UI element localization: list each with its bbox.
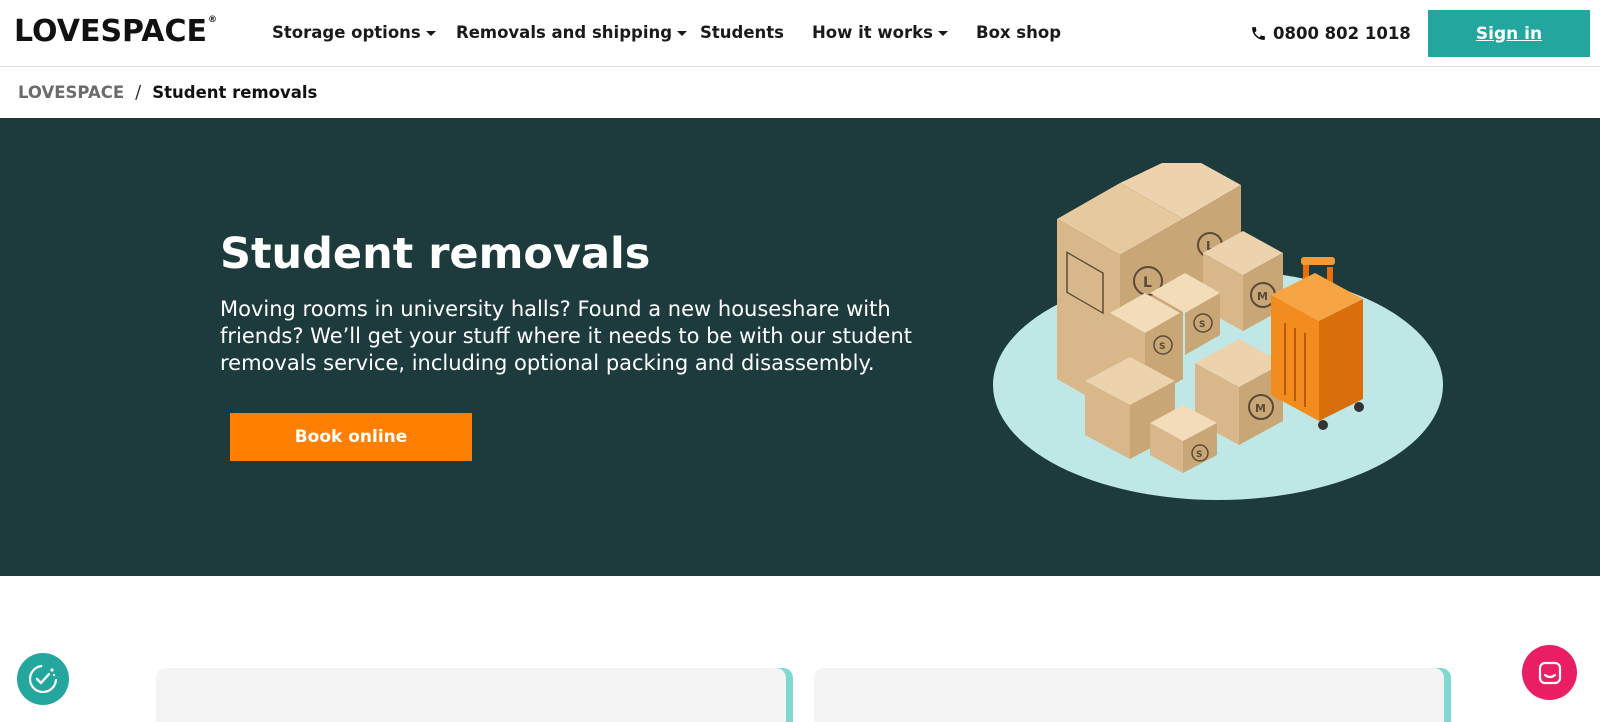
logo[interactable]: LOVESPACE ® — [14, 14, 217, 50]
svg-text:M: M — [1255, 402, 1266, 415]
nav-box-shop[interactable]: Box shop — [976, 20, 1061, 44]
svg-text:S: S — [1199, 320, 1205, 330]
nav-label: Storage options — [272, 22, 421, 42]
content-card — [814, 668, 1444, 722]
chevron-down-icon — [677, 30, 688, 36]
phone-icon — [1252, 26, 1265, 40]
sign-in-button[interactable]: Sign in — [1428, 10, 1590, 57]
breadcrumb-current: Student removals — [152, 82, 318, 102]
book-online-button[interactable]: Book online — [230, 413, 472, 461]
nav-storage-options[interactable]: Storage options — [272, 20, 436, 44]
content-card — [156, 668, 786, 722]
breadcrumb-home-link[interactable]: LOVESPACE — [18, 83, 124, 102]
nav-label: Removals and shipping — [456, 22, 673, 42]
page-title: Student removals — [220, 229, 651, 279]
site-header: LOVESPACE ® Storage options Removals and… — [0, 0, 1600, 67]
breadcrumb: LOVESPACE / Student removals — [18, 80, 317, 104]
chat-icon — [1538, 661, 1561, 684]
cookie-consent-icon — [28, 664, 58, 694]
hero-section: Student removals Moving rooms in univers… — [0, 118, 1600, 576]
phone-link[interactable]: 0800 802 1018 — [1250, 21, 1411, 45]
nav-label: Students — [700, 22, 784, 42]
nav-label: How it works — [812, 22, 933, 42]
svg-text:S: S — [1196, 450, 1202, 460]
cookie-consent-button[interactable] — [17, 653, 69, 705]
nav-how-it-works[interactable]: How it works — [812, 20, 948, 44]
nav-label: Box shop — [976, 22, 1062, 42]
boxes-and-suitcase-illustration: L L M M S S S — [993, 163, 1443, 500]
svg-text:S: S — [1159, 342, 1165, 352]
logo-registered-mark: ® — [208, 15, 218, 25]
nav-students[interactable]: Students — [700, 20, 784, 44]
chat-button[interactable] — [1522, 645, 1577, 700]
chevron-down-icon — [937, 30, 948, 36]
hero-description: Moving rooms in university halls? Found … — [220, 297, 913, 375]
logo-text: LOVESPACE — [14, 14, 208, 49]
svg-text:L: L — [1143, 275, 1152, 291]
chevron-down-icon — [425, 30, 436, 36]
breadcrumb-separator: / — [135, 81, 142, 103]
nav-removals-and-shipping[interactable]: Removals and shipping — [456, 20, 688, 44]
svg-text:M: M — [1257, 290, 1268, 303]
phone-number: 0800 802 1018 — [1273, 23, 1411, 43]
